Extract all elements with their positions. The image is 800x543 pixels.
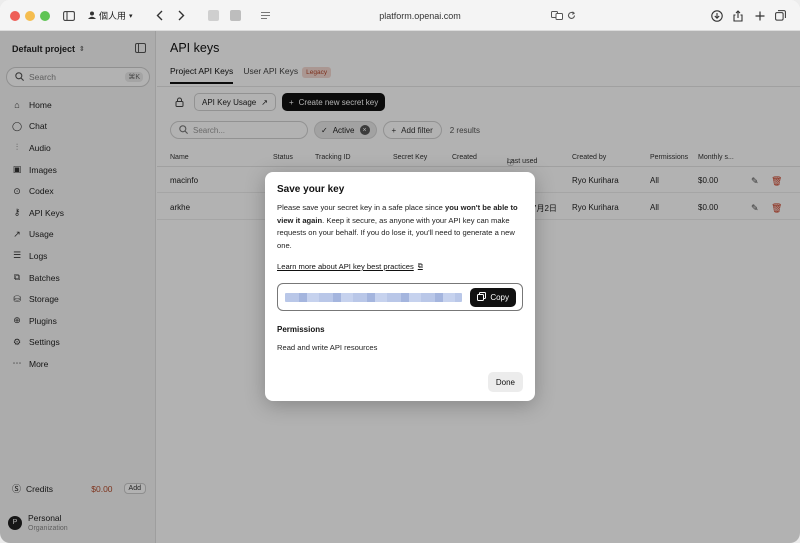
- dialog-title: Save your key: [277, 184, 345, 195]
- copy-button[interactable]: Copy: [470, 288, 516, 307]
- forward-icon[interactable]: [174, 7, 188, 24]
- permissions-value: Read and write API resources: [277, 343, 378, 352]
- download-icon[interactable]: [710, 7, 724, 24]
- link-text: Learn more about API key best practices: [277, 262, 414, 271]
- permissions-heading: Permissions: [277, 325, 325, 334]
- reload-icon[interactable]: [564, 7, 578, 24]
- sidebar-toggle-icon[interactable]: [62, 7, 76, 24]
- copy-icon: [477, 292, 487, 303]
- minimize-window-button[interactable]: [25, 11, 35, 21]
- external-link-icon: ⧉: [417, 262, 423, 270]
- profile-label: 個人用: [99, 11, 127, 21]
- url-text: platform.openai.com: [379, 10, 461, 21]
- profile-menu[interactable]: 個人用 ▾: [88, 7, 133, 24]
- browser-window: 個人用 ▾ platform.openai.com Default projec…: [0, 0, 800, 543]
- redacted-key-value: [285, 293, 462, 302]
- button-label: Copy: [490, 293, 509, 302]
- chevron-down-icon: ▾: [129, 12, 133, 20]
- best-practices-link[interactable]: Learn more about API key best practices …: [277, 262, 423, 271]
- zoom-window-button[interactable]: [40, 11, 50, 21]
- tab-favicon-icon[interactable]: [206, 7, 220, 24]
- share-icon[interactable]: [731, 7, 745, 24]
- address-bar[interactable]: platform.openai.com: [260, 6, 580, 25]
- secret-key-field[interactable]: Copy: [277, 283, 523, 311]
- close-window-button[interactable]: [10, 11, 20, 21]
- save-key-dialog: Save your key Please save your secret ke…: [265, 172, 535, 401]
- new-tab-icon[interactable]: [753, 7, 767, 24]
- done-button[interactable]: Done: [487, 372, 523, 392]
- back-icon[interactable]: [152, 7, 166, 24]
- tab-overview-icon[interactable]: [773, 7, 787, 24]
- dialog-message: Please save your secret key in a safe pl…: [277, 202, 525, 252]
- tab-favicon-icon[interactable]: [228, 7, 242, 24]
- browser-toolbar: 個人用 ▾ platform.openai.com: [0, 0, 800, 31]
- dialog-message-text: Please save your secret key in a safe pl…: [277, 203, 445, 212]
- translate-icon[interactable]: [550, 7, 564, 24]
- person-icon: [88, 11, 96, 21]
